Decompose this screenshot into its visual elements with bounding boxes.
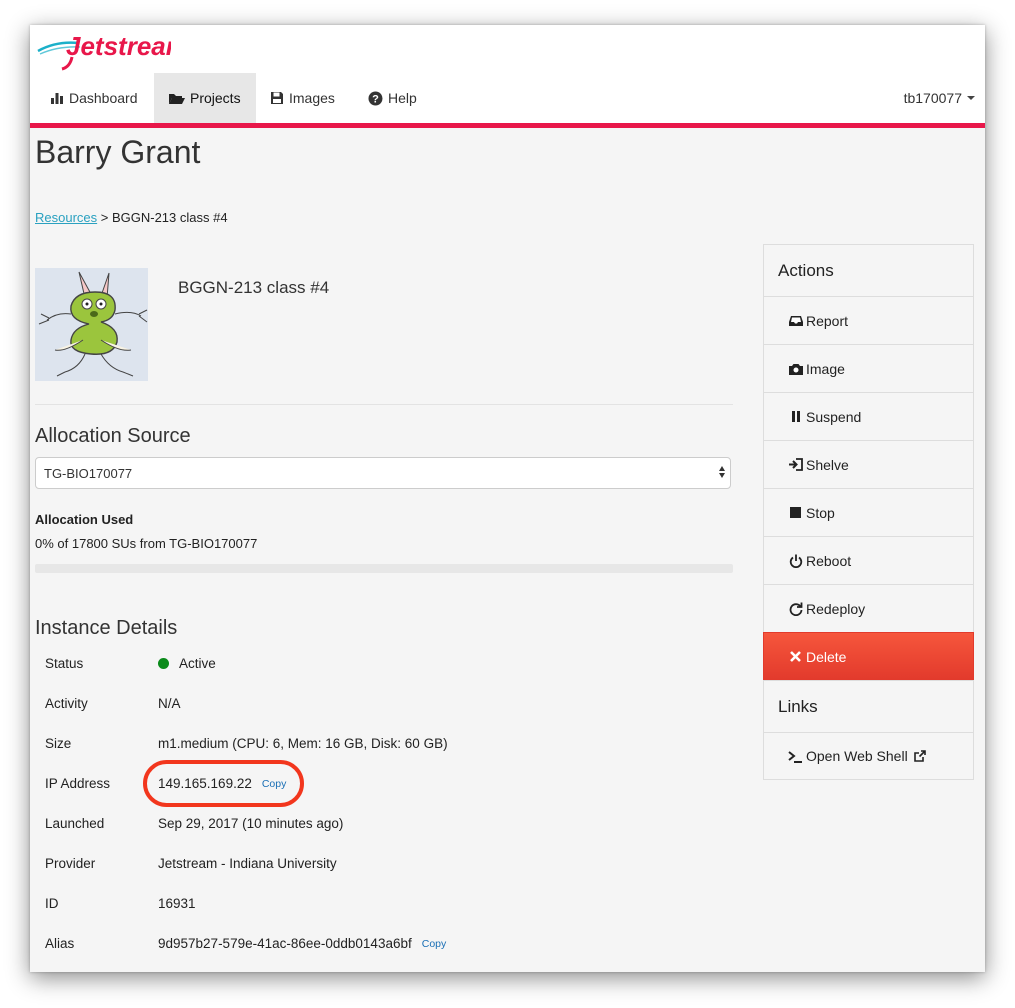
inbox-icon bbox=[788, 315, 803, 327]
pause-icon bbox=[788, 411, 803, 422]
delete-button[interactable]: Delete bbox=[763, 632, 974, 680]
shelve-button[interactable]: Shelve bbox=[763, 440, 974, 488]
detail-row-provider: Provider Jetstream - Indiana University bbox=[45, 856, 725, 876]
detail-key: Provider bbox=[45, 856, 96, 871]
terminal-icon bbox=[788, 750, 803, 763]
user-menu[interactable]: tb170077 bbox=[904, 73, 975, 123]
nav-images-label: Images bbox=[289, 90, 335, 106]
stop-label: Stop bbox=[806, 504, 835, 521]
stop-button[interactable]: Stop bbox=[763, 488, 974, 536]
detail-row-id: ID 16931 bbox=[45, 896, 725, 916]
delete-label: Delete bbox=[806, 648, 847, 665]
svg-text:?: ? bbox=[372, 93, 379, 105]
detail-key: Status bbox=[45, 656, 84, 671]
detail-key: IP Address bbox=[45, 776, 111, 791]
detail-value: Sep 29, 2017 (10 minutes ago) bbox=[158, 816, 344, 831]
svg-text:Jetstream: Jetstream bbox=[66, 31, 171, 61]
copy-alias-button[interactable]: Copy bbox=[422, 938, 447, 950]
redeploy-button[interactable]: Redeploy bbox=[763, 584, 974, 632]
username: tb170077 bbox=[903, 90, 962, 106]
allocation-used-text: 0% of 17800 SUs from TG-BIO170077 bbox=[35, 536, 258, 551]
detail-row-status: Status Active bbox=[45, 656, 725, 676]
allocation-used-label: Allocation Used bbox=[35, 512, 134, 527]
detail-row-alias: Alias 9d957b27-579e-41ac-86ee-0ddb0143a6… bbox=[45, 936, 725, 956]
stop-icon bbox=[788, 507, 803, 518]
suspend-button[interactable]: Suspend bbox=[763, 392, 974, 440]
nav-images[interactable]: Images bbox=[270, 73, 335, 123]
power-icon bbox=[788, 554, 803, 568]
suspend-label: Suspend bbox=[806, 408, 862, 425]
instance-name: BGGN-213 class #4 bbox=[178, 278, 330, 297]
shelve-label: Shelve bbox=[806, 456, 849, 473]
nav-dashboard[interactable]: Dashboard bbox=[30, 73, 153, 123]
select-arrows-icon bbox=[719, 466, 725, 478]
report-button[interactable]: Report bbox=[763, 296, 974, 344]
breadcrumb-resources-link[interactable]: Resources bbox=[35, 210, 97, 225]
floppy-disk-icon bbox=[270, 91, 284, 105]
bar-chart-icon bbox=[50, 92, 64, 104]
reboot-label: Reboot bbox=[806, 552, 852, 569]
detail-key: Activity bbox=[45, 696, 88, 711]
image-label: Image bbox=[806, 360, 845, 377]
links-title: Links bbox=[763, 680, 974, 732]
allocation-source-value: TG-BIO170077 bbox=[44, 465, 133, 481]
chevron-down-icon bbox=[967, 96, 975, 100]
detail-key: Alias bbox=[45, 936, 75, 951]
actions-title: Actions bbox=[763, 244, 974, 296]
detail-value: N/A bbox=[158, 696, 181, 711]
question-circle-icon: ? bbox=[368, 91, 383, 106]
instance-details-title: Instance Details bbox=[35, 617, 178, 639]
refresh-icon bbox=[788, 602, 803, 616]
status-active-icon bbox=[158, 658, 169, 669]
divider bbox=[35, 404, 733, 405]
nav-projects-label: Projects bbox=[190, 90, 241, 106]
nav-help-label: Help bbox=[388, 90, 417, 106]
detail-value: m1.medium (CPU: 6, Mem: 16 GB, Disk: 60 … bbox=[158, 736, 448, 751]
allocation-source-title: Allocation Source bbox=[35, 425, 191, 447]
reboot-button[interactable]: Reboot bbox=[763, 536, 974, 584]
report-label: Report bbox=[806, 312, 849, 329]
open-web-shell-link[interactable]: Open Web Shell bbox=[763, 732, 974, 780]
monster-avatar-icon bbox=[35, 268, 148, 381]
external-link-icon bbox=[913, 750, 928, 762]
nav-help[interactable]: ? Help bbox=[368, 73, 417, 123]
remove-icon bbox=[788, 651, 803, 662]
detail-row-launched: Launched Sep 29, 2017 (10 minutes ago) bbox=[45, 816, 725, 836]
nav-dashboard-label: Dashboard bbox=[69, 90, 138, 106]
ip-highlight-annotation bbox=[143, 760, 304, 807]
detail-key: Launched bbox=[45, 816, 105, 831]
main-nav: Dashboard Projects Images ? Help tb17007… bbox=[30, 73, 985, 125]
detail-key: Size bbox=[45, 736, 72, 751]
page-title: Barry Grant bbox=[35, 134, 201, 170]
folder-open-icon bbox=[168, 92, 185, 105]
allocation-progress-bar bbox=[35, 564, 733, 573]
detail-value: 9d957b27-579e-41ac-86ee-0ddb0143a6bf bbox=[158, 936, 412, 951]
detail-row-activity: Activity N/A bbox=[45, 696, 725, 716]
nav-projects[interactable]: Projects bbox=[154, 73, 256, 123]
redeploy-label: Redeploy bbox=[806, 600, 866, 617]
top-navbar: Jetstream Dashboard Projects bbox=[30, 25, 985, 125]
detail-value: Jetstream - Indiana University bbox=[158, 856, 337, 871]
jetstream-logo[interactable]: Jetstream bbox=[36, 29, 189, 78]
image-button[interactable]: Image bbox=[763, 344, 974, 392]
instance-avatar bbox=[35, 268, 148, 381]
app-window: Jetstream Dashboard Projects bbox=[30, 25, 985, 972]
detail-row-size: Size m1.medium (CPU: 6, Mem: 16 GB, Disk… bbox=[45, 736, 725, 756]
detail-value: 16931 bbox=[158, 896, 196, 911]
allocation-source-select[interactable]: TG-BIO170077 bbox=[35, 457, 731, 489]
detail-value: Active bbox=[179, 656, 216, 671]
detail-key: ID bbox=[45, 896, 59, 911]
log-in-icon bbox=[788, 458, 803, 471]
open-web-shell-label: Open Web Shell bbox=[806, 748, 908, 764]
breadcrumb: Resources > BGGN-213 class #4 bbox=[35, 210, 228, 225]
actions-panel: Actions Report Image Suspend Shelve Stop… bbox=[763, 244, 974, 780]
header-accent-bar bbox=[30, 123, 985, 128]
camera-icon bbox=[788, 363, 803, 375]
breadcrumb-current: > BGGN-213 class #4 bbox=[100, 210, 228, 225]
